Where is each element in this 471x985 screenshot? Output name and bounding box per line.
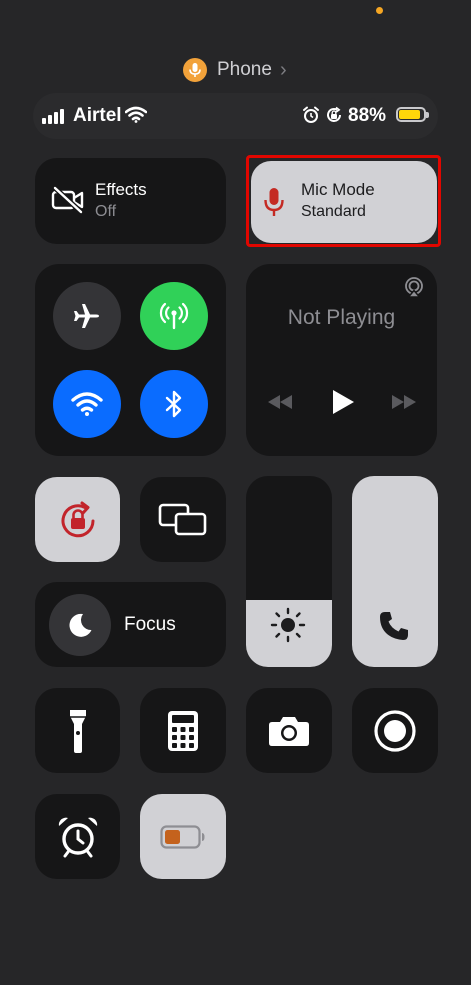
video-effects-title: Effects bbox=[95, 180, 147, 199]
cellular-antenna-icon bbox=[159, 301, 189, 331]
fast-forward-icon[interactable] bbox=[391, 394, 417, 410]
rotation-lock-icon bbox=[55, 500, 101, 540]
rewind-icon[interactable] bbox=[267, 394, 293, 410]
active-app-pill[interactable]: Phone › bbox=[183, 58, 287, 82]
alarm-clock-icon bbox=[56, 816, 100, 858]
bluetooth-icon bbox=[163, 389, 185, 419]
low-power-battery-icon bbox=[160, 824, 206, 849]
moon-icon bbox=[66, 611, 94, 639]
focus-moon-circle bbox=[49, 594, 111, 656]
screen-mirroring-button[interactable] bbox=[140, 477, 226, 562]
screen-record-button[interactable] bbox=[352, 688, 438, 773]
calculator-icon bbox=[168, 710, 198, 751]
now-playing-title: Not Playing bbox=[287, 306, 396, 329]
video-slash-icon bbox=[51, 186, 85, 214]
microphone-icon bbox=[183, 58, 207, 82]
screen-record-icon bbox=[373, 709, 417, 753]
calculator-button[interactable] bbox=[140, 688, 226, 773]
sun-icon bbox=[268, 605, 308, 645]
flashlight-button[interactable] bbox=[35, 688, 120, 773]
orientation-lock-toggle[interactable] bbox=[35, 477, 120, 562]
camera-button[interactable] bbox=[246, 688, 332, 773]
battery-percentage: 88% bbox=[348, 105, 387, 126]
bluetooth-toggle[interactable] bbox=[140, 370, 208, 438]
video-effects-status: Off bbox=[95, 203, 117, 220]
mic-mode-title: Mic Mode bbox=[301, 180, 375, 199]
phone-icon bbox=[378, 610, 410, 642]
alarm-button[interactable] bbox=[35, 794, 120, 879]
carrier-name: Airtel bbox=[73, 105, 122, 126]
focus-label: Focus bbox=[124, 614, 176, 635]
airplane-mode-toggle[interactable] bbox=[53, 282, 121, 350]
wifi-icon bbox=[125, 106, 147, 123]
wifi-toggle[interactable] bbox=[53, 370, 121, 438]
battery-icon bbox=[396, 107, 429, 122]
rotation-lock-icon bbox=[325, 106, 343, 124]
camera-icon bbox=[268, 715, 310, 747]
wifi-icon bbox=[71, 391, 103, 417]
microphone-icon bbox=[263, 187, 285, 217]
screen-mirroring-icon bbox=[158, 503, 208, 537]
play-icon[interactable] bbox=[331, 389, 355, 415]
airplane-icon bbox=[72, 301, 102, 331]
alarm-icon bbox=[302, 106, 320, 124]
chevron-right-icon: › bbox=[279, 58, 287, 81]
mic-mode-status: Standard bbox=[301, 203, 366, 220]
active-app-label: Phone bbox=[217, 59, 272, 80]
airplay-icon[interactable] bbox=[403, 276, 425, 298]
privacy-indicator-dot bbox=[376, 7, 383, 14]
low-power-mode-toggle[interactable] bbox=[140, 794, 226, 879]
flashlight-icon bbox=[68, 708, 88, 754]
cellular-data-toggle[interactable] bbox=[140, 282, 208, 350]
cellular-signal-icon bbox=[42, 108, 64, 124]
